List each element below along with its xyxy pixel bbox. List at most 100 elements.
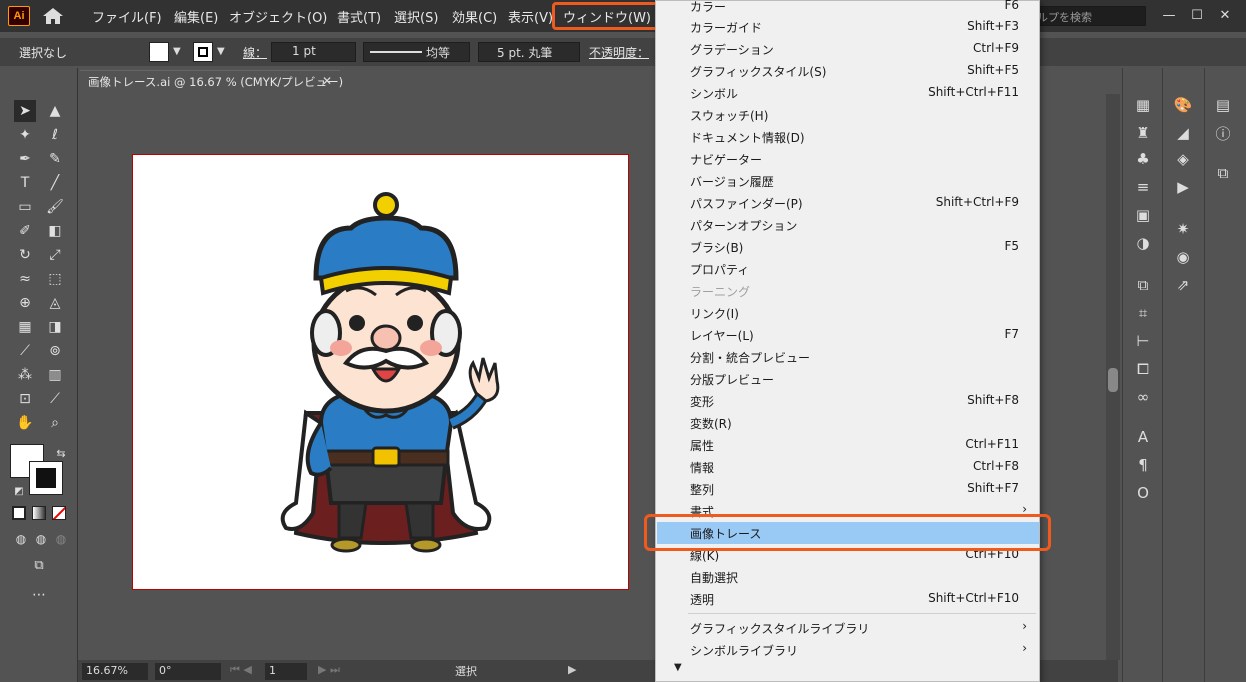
hand-tool-icon[interactable]: ✋: [14, 412, 36, 434]
menu-edit[interactable]: 編集(E): [174, 7, 218, 26]
menu-item-color-guide[interactable]: カラーガイド Shift+F3: [657, 16, 1039, 38]
menu-scroll-down-icon[interactable]: ▼: [674, 662, 682, 673]
document-tab[interactable]: 画像トレース.ai @ 16.67 % (CMYK/プレビュー): [80, 70, 343, 94]
default-colors-icon[interactable]: ◩: [8, 480, 30, 502]
color-mode-icon[interactable]: [12, 506, 26, 520]
info-icon[interactable]: ⓘ: [1212, 122, 1234, 144]
menu-item-symbols[interactable]: シンボル Shift+Ctrl+F11: [657, 82, 1039, 104]
menu-item-color[interactable]: カラー F6: [657, 0, 1039, 17]
menu-type[interactable]: 書式(T): [337, 7, 381, 26]
artboard-nav-icons[interactable]: ⏮ ◀: [230, 663, 252, 680]
menu-object[interactable]: オブジェクト(O): [229, 7, 327, 26]
opacity-label[interactable]: 不透明度：: [589, 44, 649, 61]
gradient-mode-icon[interactable]: [32, 506, 46, 520]
menu-item-links[interactable]: リンク(I): [657, 302, 1039, 324]
menu-item-swatches[interactable]: スウォッチ(H): [657, 104, 1039, 126]
curvature-tool-icon[interactable]: ✎: [44, 148, 66, 170]
rectangle-tool-icon[interactable]: ▭: [14, 196, 36, 218]
help-search-input[interactable]: ルプを検索: [1032, 6, 1146, 26]
menu-item-symbol-libraries[interactable]: シンボルライブラリ ›: [657, 639, 1039, 661]
color-guide-icon[interactable]: ◢: [1172, 122, 1194, 144]
more-tools-icon[interactable]: ⋯: [28, 584, 50, 606]
character-icon[interactable]: A: [1132, 426, 1154, 448]
none-mode-icon[interactable]: [52, 506, 66, 520]
properties-icon[interactable]: ▤: [1212, 94, 1234, 116]
stroke-dropdown-icon[interactable]: ▼: [217, 46, 225, 57]
graph-tool-icon[interactable]: ▥: [44, 364, 66, 386]
artboards-icon[interactable]: ⧉: [1132, 274, 1154, 296]
opentype-icon[interactable]: O: [1132, 482, 1154, 504]
menu-item-gradient[interactable]: グラデーション Ctrl+F9: [657, 38, 1039, 60]
draw-normal-icon[interactable]: ◍: [10, 528, 32, 550]
menu-effect[interactable]: 効果(C): [452, 7, 497, 26]
zoom-field[interactable]: 16.67%: [82, 663, 148, 680]
stroke-color-box[interactable]: [29, 461, 63, 495]
asset-export-icon[interactable]: ✷: [1172, 218, 1194, 240]
tab-close-icon[interactable]: ✕: [322, 74, 332, 88]
menu-item-properties[interactable]: プロパティ: [657, 258, 1039, 280]
paintbrush-icon[interactable]: 🖌: [44, 196, 66, 218]
appearance-icon[interactable]: ◉: [1172, 246, 1194, 268]
perspective-grid-icon[interactable]: ◬: [44, 292, 66, 314]
shaper-tool-icon[interactable]: ✐: [14, 220, 36, 242]
align-icon[interactable]: ⊢: [1132, 330, 1154, 352]
brush-dropdown[interactable]: 5 pt. 丸筆: [478, 42, 580, 62]
gradient-panel-icon[interactable]: ▣: [1132, 204, 1154, 226]
menu-item-transform[interactable]: 変形 Shift+F8: [657, 390, 1039, 412]
selection-tool-icon[interactable]: ➤: [14, 100, 36, 122]
rotate-tool-icon[interactable]: ↻: [14, 244, 36, 266]
layers-icon[interactable]: ◈: [1172, 148, 1194, 170]
menu-item-graphic-style-libraries[interactable]: グラフィックスタイルライブラリ ›: [657, 617, 1039, 639]
status-arrow-icon[interactable]: ▶: [568, 663, 576, 680]
close-icon[interactable]: ✕: [1212, 4, 1238, 26]
menu-item-pattern-options[interactable]: パターンオプション: [657, 214, 1039, 236]
menu-item-auto-select[interactable]: 自動選択: [657, 566, 1039, 588]
eraser-icon[interactable]: ◧: [44, 220, 66, 242]
scrollbar-thumb[interactable]: [1108, 368, 1118, 392]
pathfinder-icon[interactable]: ⧠: [1132, 358, 1154, 380]
lasso-icon[interactable]: ℓ: [44, 124, 66, 146]
type-tool-icon[interactable]: T: [14, 172, 36, 194]
menu-file[interactable]: ファイル(F): [92, 7, 162, 26]
fill-swatch[interactable]: [149, 42, 169, 62]
menu-item-navigator[interactable]: ナビゲーター: [657, 148, 1039, 170]
stroke-label[interactable]: 線：: [243, 44, 267, 61]
stroke-panel-icon[interactable]: ≡: [1132, 176, 1154, 198]
line-style-dropdown[interactable]: 均等: [363, 42, 470, 62]
menu-item-version-history[interactable]: バージョン履歴: [657, 170, 1039, 192]
menu-item-brushes[interactable]: ブラシ(B) F5: [657, 236, 1039, 258]
transform-icon[interactable]: ⌗: [1132, 302, 1154, 324]
free-transform-icon[interactable]: ⬚: [44, 268, 66, 290]
symbol-sprayer-icon[interactable]: ⁂: [14, 364, 36, 386]
artboard-number-field[interactable]: 1: [265, 663, 307, 680]
pen-tool-icon[interactable]: ✒: [14, 148, 36, 170]
eyedropper-icon[interactable]: ⟋: [14, 340, 36, 362]
menu-item-pathfinder[interactable]: パスファインダー(P) Shift+Ctrl+F9: [657, 192, 1039, 214]
rotation-field[interactable]: 0°: [155, 663, 221, 680]
scale-tool-icon[interactable]: ⤢: [44, 244, 66, 266]
transparency-icon[interactable]: ◑: [1132, 232, 1154, 254]
document-info-icon[interactable]: ⧉: [1212, 162, 1234, 184]
artboard-tool-icon[interactable]: ⊡: [14, 388, 36, 410]
stroke-weight-field[interactable]: 1 pt: [271, 42, 356, 62]
gradient-tool-icon[interactable]: ◨: [44, 316, 66, 338]
club-icon[interactable]: ♣: [1132, 148, 1154, 170]
magic-wand-icon[interactable]: ✦: [14, 124, 36, 146]
export-icon[interactable]: ⇗: [1172, 274, 1194, 296]
fill-dropdown-icon[interactable]: ▼: [173, 46, 181, 57]
draw-behind-icon[interactable]: ◍: [30, 528, 52, 550]
minimize-icon[interactable]: —: [1156, 4, 1182, 26]
zoom-tool-icon[interactable]: ⌕: [44, 412, 66, 434]
menu-item-separations-preview[interactable]: 分版プレビュー: [657, 368, 1039, 390]
home-icon[interactable]: [42, 7, 64, 25]
menu-item-info[interactable]: 情報 Ctrl+F8: [657, 456, 1039, 478]
menu-item-transparency[interactable]: 透明 Shift+Ctrl+F10: [657, 588, 1039, 610]
menu-view[interactable]: 表示(V): [508, 7, 553, 26]
menu-item-document-info[interactable]: ドキュメント情報(D): [657, 126, 1039, 148]
menu-item-flattener-preview[interactable]: 分割・統合プレビュー: [657, 346, 1039, 368]
menu-item-attributes[interactable]: 属性 Ctrl+F11: [657, 434, 1039, 456]
actions-icon[interactable]: ▶: [1172, 176, 1194, 198]
menu-item-variables[interactable]: 変数(R): [657, 412, 1039, 434]
screen-mode-icon[interactable]: ⧉: [28, 554, 50, 576]
swap-colors-icon[interactable]: ⇆: [50, 442, 72, 464]
